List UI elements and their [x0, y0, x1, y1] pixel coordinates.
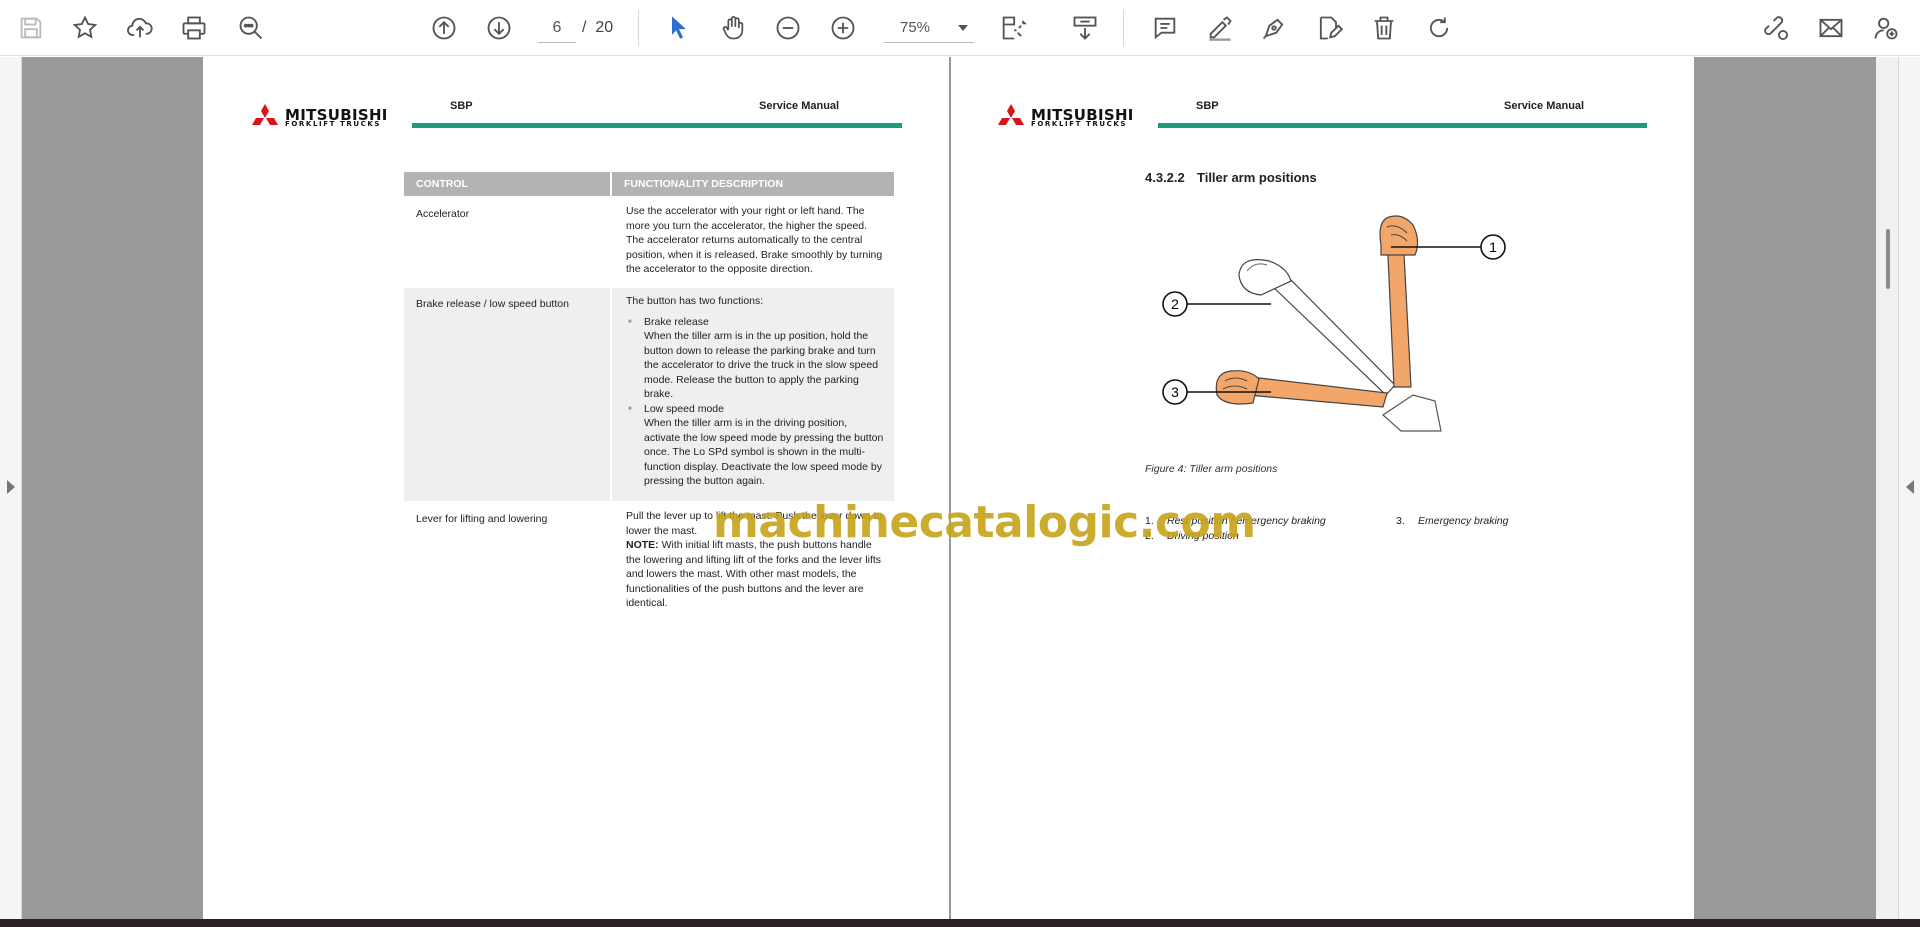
table-header: CONTROL FUNCTIONALITY DESCRIPTION	[404, 172, 894, 196]
highlight-pen-icon[interactable]	[1201, 9, 1239, 47]
header-rule	[412, 123, 902, 128]
mitsubishi-logo: MITSUBISHI FORKLIFT TRUCKS	[995, 104, 1151, 130]
function-list: Brake release When the tiller arm is in t…	[626, 315, 884, 489]
hand-pan-icon[interactable]	[714, 9, 752, 47]
page-number-input[interactable]: 6	[538, 13, 576, 43]
add-user-icon[interactable]	[1867, 9, 1905, 47]
figure-caption: Figure 4: Tiller arm positions	[1145, 463, 1278, 475]
legend-item: 3. Emergency braking	[1396, 514, 1508, 529]
header-rule	[1158, 123, 1647, 128]
pdf-page-right: MITSUBISHI FORKLIFT TRUCKS SBP Service M…	[951, 57, 1694, 919]
control-description: The button has two functions: Brake rele…	[612, 288, 894, 501]
comment-icon[interactable]	[1146, 9, 1184, 47]
scrollbar-thumb[interactable]	[1886, 229, 1890, 289]
legend-text: Emergency braking	[1418, 515, 1509, 527]
vertical-scrollbar[interactable]	[1876, 57, 1898, 919]
delete-trash-icon[interactable]	[1365, 9, 1403, 47]
toolbar-separator	[1123, 10, 1124, 46]
section-number: 4.3.2.2	[1145, 170, 1185, 185]
edit-icon[interactable]	[1310, 9, 1348, 47]
zoom-search-icon[interactable]	[232, 9, 270, 47]
table-row: Brake release / low speed button The but…	[404, 288, 894, 501]
bookmark-star-icon[interactable]	[66, 9, 104, 47]
upload-cloud-icon[interactable]	[121, 9, 159, 47]
three-diamonds-icon	[998, 104, 1024, 125]
header-manual-title: Service Manual	[759, 100, 840, 112]
logo-subtitle: FORKLIFT TRUCKS	[285, 120, 382, 128]
control-name: Lever for lifting and lowering	[416, 513, 548, 525]
section-heading: 4.3.2.2 Tiller arm positions	[1145, 170, 1317, 185]
page-separator: /	[582, 19, 587, 36]
control-name: Accelerator	[416, 208, 470, 220]
column-header-control: CONTROL	[404, 172, 610, 196]
three-diamonds-icon	[252, 104, 278, 125]
header-manual-title: Service Manual	[1504, 100, 1585, 112]
zoom-in-icon[interactable]	[824, 9, 862, 47]
list-item: Brake release When the tiller arm is in t…	[626, 315, 884, 402]
control-description: Use the accelerator with your right or l…	[626, 205, 883, 275]
expand-right-arrow-icon[interactable]	[1906, 480, 1914, 494]
watermark-text: machinecatalogic.com	[713, 497, 1256, 548]
pdf-page-left: MITSUBISHI FORKLIFT TRUCKS SBP Service M…	[203, 57, 949, 919]
chevron-down-icon	[958, 25, 968, 31]
callout-label: 2	[1171, 296, 1179, 312]
note: NOTE: With initial lift masts, the push …	[626, 538, 884, 611]
page-total: / 20	[582, 13, 613, 43]
section-title: Tiller arm positions	[1197, 170, 1317, 185]
list-item-title: Brake release	[644, 315, 709, 328]
taskbar-strip	[0, 919, 1920, 927]
scroll-mode-icon[interactable]	[1066, 9, 1104, 47]
header-model: SBP	[1196, 100, 1219, 112]
control-name: Brake release / low speed button	[404, 288, 610, 501]
list-item-text: When the tiller arm is in the driving po…	[644, 417, 884, 487]
note-text: With initial lift masts, the push button…	[626, 539, 882, 609]
mitsubishi-logo: MITSUBISHI FORKLIFT TRUCKS	[249, 104, 405, 130]
note-label: NOTE:	[626, 539, 659, 551]
list-item-text: When the tiller arm is in the up positio…	[644, 330, 879, 400]
draw-pen-icon[interactable]	[1255, 9, 1293, 47]
toolbar-separator	[638, 10, 639, 46]
zoom-out-icon[interactable]	[769, 9, 807, 47]
legend-number: 3.	[1396, 515, 1405, 527]
share-link-icon[interactable]	[1757, 9, 1795, 47]
table-row: Accelerator Use the accelerator with you…	[404, 198, 894, 286]
zoom-level-select[interactable]: 75%	[884, 13, 974, 43]
logo-subtitle: FORKLIFT TRUCKS	[1031, 120, 1128, 128]
figure-legend-col2: 3. Emergency braking	[1396, 514, 1508, 529]
column-header-description: FUNCTIONALITY DESCRIPTION	[612, 172, 894, 196]
email-icon[interactable]	[1812, 9, 1850, 47]
zoom-level-value: 75%	[900, 19, 931, 36]
expand-left-arrow-icon[interactable]	[7, 480, 15, 494]
select-cursor-icon[interactable]	[660, 9, 698, 47]
header-model: SBP	[450, 100, 473, 112]
list-item: Low speed mode When the tiller arm is in …	[626, 402, 884, 489]
print-icon[interactable]	[175, 9, 213, 47]
description-intro: The button has two functions:	[626, 295, 764, 307]
page-total-value: 20	[595, 19, 614, 36]
page-down-icon[interactable]	[480, 9, 518, 47]
callout-label: 1	[1489, 239, 1497, 255]
tiller-arm-figure: 1 2 3	[1162, 215, 1506, 432]
rotate-icon[interactable]	[1420, 9, 1458, 47]
save-icon[interactable]	[12, 9, 50, 47]
page-up-icon[interactable]	[425, 9, 463, 47]
callout-label: 3	[1171, 384, 1179, 400]
page-fit-icon[interactable]	[994, 9, 1032, 47]
list-item-title: Low speed mode	[644, 402, 724, 415]
toolbar: 6 / 20 75%	[0, 0, 1920, 56]
document-viewer: MITSUBISHI FORKLIFT TRUCKS SBP Service M…	[0, 57, 1920, 919]
